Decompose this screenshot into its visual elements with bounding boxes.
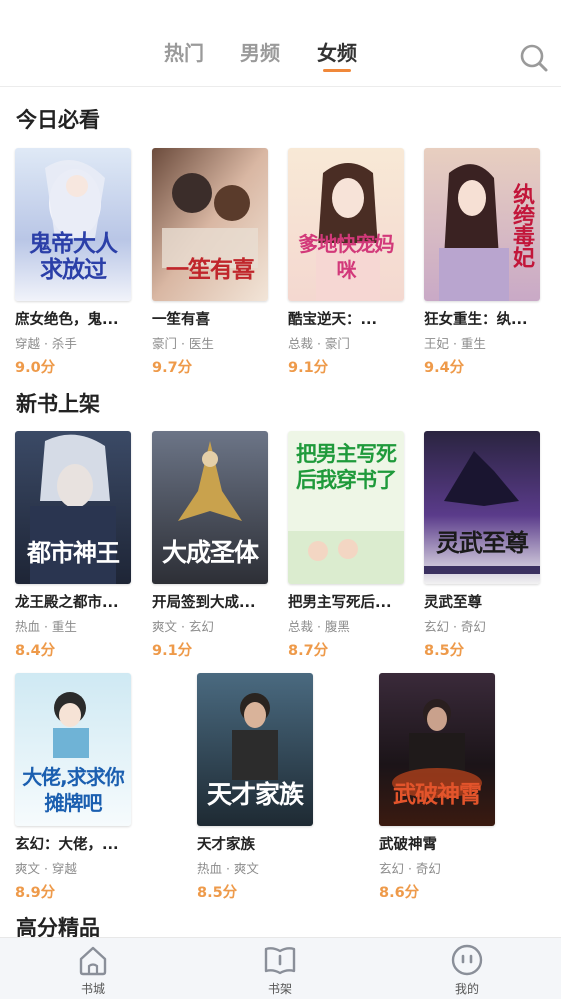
nav-bookshelf[interactable]: 书架 bbox=[250, 942, 310, 997]
cover-title: 灵武至尊 bbox=[436, 529, 529, 557]
cover-title: 把男主写死后我穿书了 bbox=[296, 442, 397, 492]
book-tags: 穿越 · 杀手 bbox=[15, 336, 77, 351]
book-score: 8.7分 bbox=[288, 643, 329, 659]
book-tags: 热血 · 爽文 bbox=[197, 861, 259, 876]
section-title-today: 今日必看 bbox=[16, 108, 100, 132]
book-tags: 总裁 · 腹黑 bbox=[288, 619, 350, 634]
book-cover[interactable]: 都市神王 bbox=[15, 431, 131, 584]
book-card[interactable]: 武破神霄 武破神霄 玄幻 · 奇幻 8.6分 bbox=[379, 673, 495, 903]
book-title: 天才家族 bbox=[197, 837, 255, 853]
profile-icon bbox=[451, 944, 483, 976]
book-tags: 爽文 · 穿越 bbox=[15, 861, 77, 876]
cover-title: 天才家族 bbox=[206, 780, 304, 809]
book-title: 玄幻：大佬，... bbox=[15, 837, 119, 853]
book-title: 武破神霄 bbox=[379, 837, 437, 853]
book-title: 灵武至尊 bbox=[424, 595, 482, 611]
book-score: 9.1分 bbox=[152, 643, 193, 659]
cover-title: 武破神霄 bbox=[393, 782, 482, 808]
book-score: 9.0分 bbox=[15, 360, 56, 376]
book-tags: 爽文 · 玄幻 bbox=[152, 619, 214, 634]
book-card[interactable]: 大佬,求求你摊牌吧 玄幻：大佬，... 爽文 · 穿越 8.9分 bbox=[15, 673, 131, 903]
section-title-new-books: 新书上架 bbox=[16, 392, 100, 416]
search-icon[interactable] bbox=[519, 43, 549, 73]
nav-bookstore[interactable]: 书城 bbox=[63, 942, 123, 997]
book-cover[interactable]: 一笙有喜 bbox=[152, 148, 268, 301]
book-title: 把男主写死后... bbox=[288, 595, 392, 611]
book-card[interactable]: 纨绔毒妃 狂女重生：纨... 王妃 · 重生 9.4分 bbox=[424, 148, 540, 378]
book-card[interactable]: 一笙有喜 一笙有喜 豪门 · 医生 9.7分 bbox=[152, 148, 268, 378]
book-score: 8.5分 bbox=[424, 643, 465, 659]
book-cover[interactable]: 天才家族 bbox=[197, 673, 313, 826]
cover-title: 爹地快宠妈咪 bbox=[298, 232, 395, 282]
book-tags: 豪门 · 医生 bbox=[152, 336, 214, 351]
category-tabs: 热门 男频 女频 bbox=[0, 38, 561, 78]
book-cover[interactable]: 把男主写死后我穿书了 bbox=[288, 431, 404, 584]
cover-title: 纨绔毒妃 bbox=[509, 182, 534, 267]
book-cover[interactable]: 武破神霄 bbox=[379, 673, 495, 826]
book-title: 酷宝逆天：... bbox=[288, 312, 378, 328]
book-card[interactable]: 大成圣体 开局签到大成... 爽文 · 玄幻 9.1分 bbox=[152, 431, 268, 661]
nav-label: 书城 bbox=[80, 982, 105, 996]
nav-mine[interactable]: 我的 bbox=[437, 942, 497, 997]
book-score: 9.7分 bbox=[152, 360, 193, 376]
book-card[interactable]: 爹地快宠妈咪 酷宝逆天：... 总裁 · 豪门 9.1分 bbox=[288, 148, 404, 378]
cover-title: 大佬,求求你摊牌吧 bbox=[22, 765, 125, 815]
book-cover[interactable]: 爹地快宠妈咪 bbox=[288, 148, 404, 301]
book-title: 开局签到大成... bbox=[152, 595, 256, 611]
nav-label: 我的 bbox=[454, 982, 479, 996]
nav-label: 书架 bbox=[267, 982, 292, 996]
book-card[interactable]: 都市神王 龙王殿之都市... 热血 · 重生 8.4分 bbox=[15, 431, 131, 661]
book-icon bbox=[264, 947, 296, 975]
book-tags: 玄幻 · 奇幻 bbox=[424, 619, 486, 634]
cover-title: 都市神王 bbox=[27, 539, 120, 567]
book-tags: 总裁 · 豪门 bbox=[288, 336, 350, 351]
book-title: 狂女重生：纨... bbox=[424, 312, 528, 328]
book-score: 9.1分 bbox=[288, 360, 329, 376]
book-title: 龙王殿之都市... bbox=[15, 595, 119, 611]
book-cover[interactable]: 大佬,求求你摊牌吧 bbox=[15, 673, 131, 826]
tab-male[interactable]: 男频 bbox=[240, 38, 280, 74]
cover-title: 一笙有喜 bbox=[166, 257, 255, 283]
book-cover[interactable]: 灵武至尊 bbox=[424, 431, 540, 584]
home-icon bbox=[79, 946, 107, 976]
book-title: 庶女绝色，鬼... bbox=[15, 312, 119, 328]
book-score: 8.6分 bbox=[379, 885, 420, 901]
bottom-nav: 书城 书架 我的 bbox=[0, 937, 561, 999]
book-title: 一笙有喜 bbox=[152, 312, 210, 328]
book-cover[interactable]: 纨绔毒妃 bbox=[424, 148, 540, 301]
active-tab-indicator bbox=[323, 69, 351, 72]
book-card[interactable]: 鬼帝大人求放过 庶女绝色，鬼... 穿越 · 杀手 9.0分 bbox=[15, 148, 131, 378]
book-score: 8.9分 bbox=[15, 885, 56, 901]
book-cover[interactable]: 鬼帝大人求放过 bbox=[15, 148, 131, 301]
cover-title: 大成圣体 bbox=[161, 538, 259, 567]
book-score: 9.4分 bbox=[424, 360, 465, 376]
book-score: 8.4分 bbox=[15, 643, 56, 659]
book-card[interactable]: 天才家族 天才家族 热血 · 爽文 8.5分 bbox=[197, 673, 313, 903]
book-card[interactable]: 把男主写死后我穿书了 把男主写死后... 总裁 · 腹黑 8.7分 bbox=[288, 431, 404, 661]
book-cover[interactable]: 大成圣体 bbox=[152, 431, 268, 584]
header-divider bbox=[0, 86, 561, 87]
tab-hot[interactable]: 热门 bbox=[164, 38, 204, 74]
book-score: 8.5分 bbox=[197, 885, 238, 901]
book-tags: 热血 · 重生 bbox=[15, 619, 77, 634]
book-tags: 王妃 · 重生 bbox=[424, 336, 486, 351]
cover-title: 鬼帝大人求放过 bbox=[29, 231, 118, 283]
book-tags: 玄幻 · 奇幻 bbox=[379, 861, 441, 876]
book-card[interactable]: 灵武至尊 灵武至尊 玄幻 · 奇幻 8.5分 bbox=[424, 431, 540, 661]
tab-female[interactable]: 女频 bbox=[317, 38, 357, 74]
